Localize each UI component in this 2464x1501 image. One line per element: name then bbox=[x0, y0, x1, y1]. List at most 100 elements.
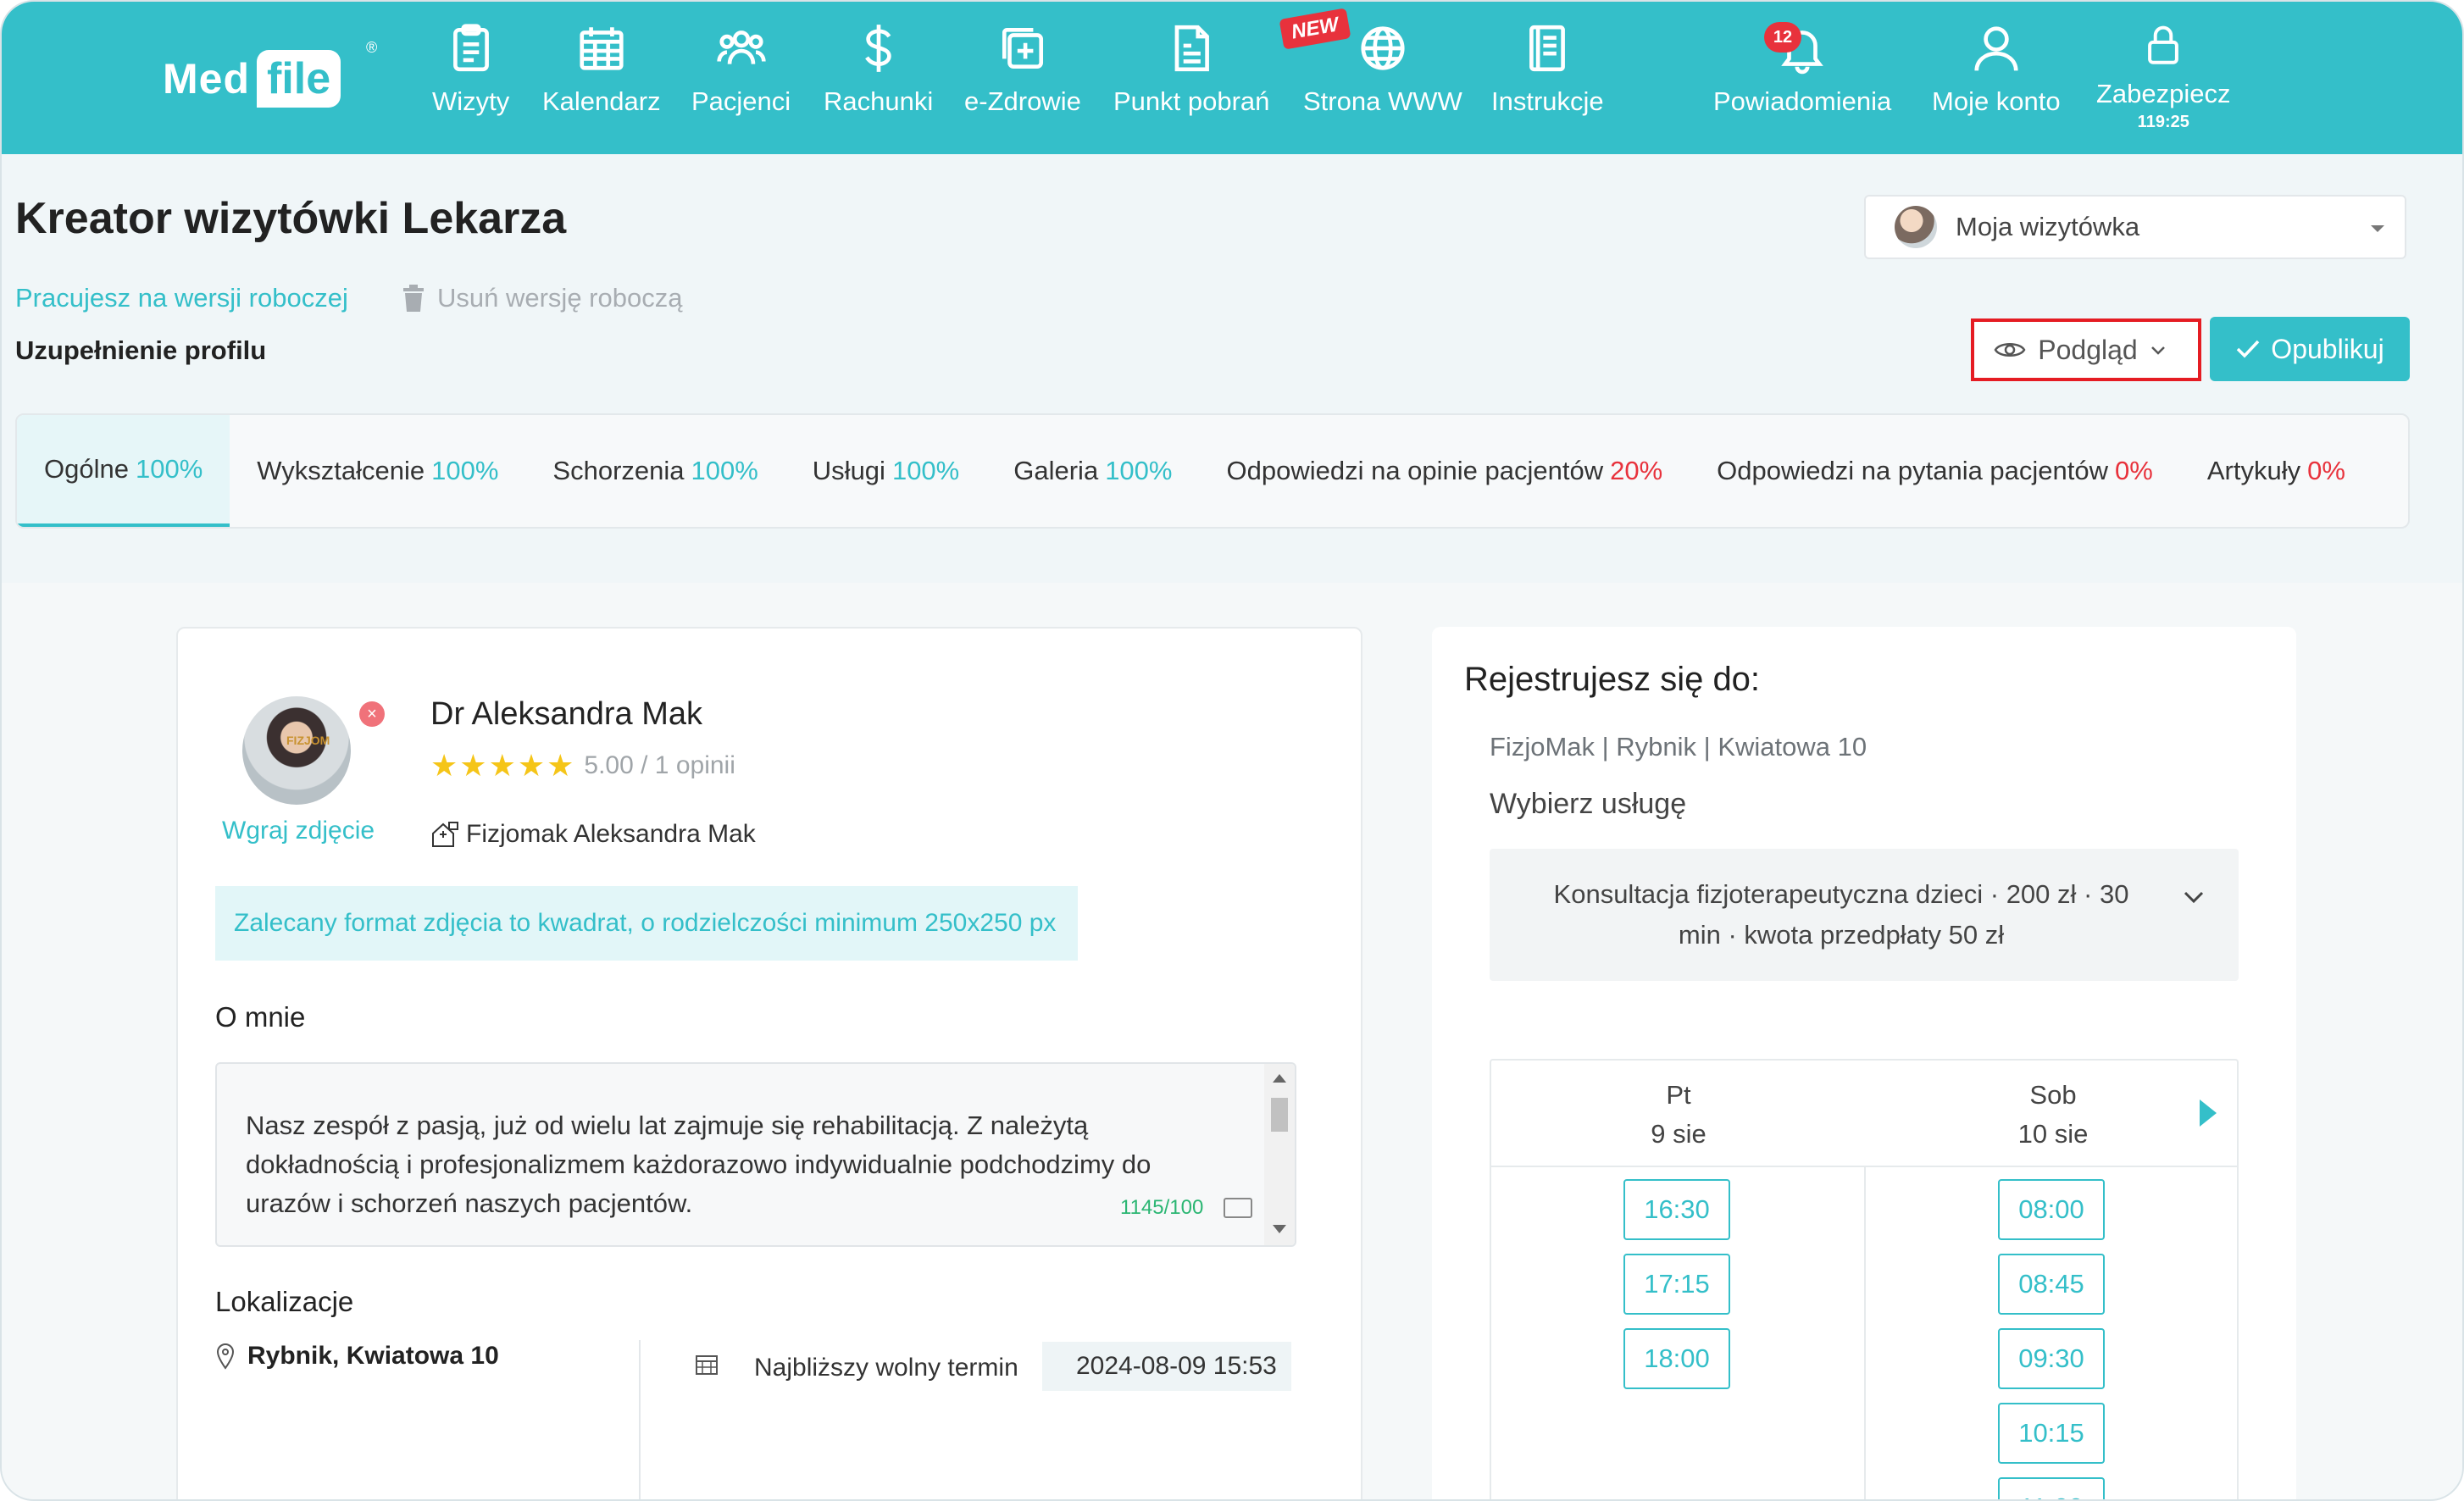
nav-item-collection-point[interactable]: Punkt pobrań bbox=[1113, 22, 1269, 132]
about-me-text: Nasz zespół z pasją, już od wielu lat za… bbox=[246, 1111, 1152, 1218]
tab-services[interactable]: Usługi 100% bbox=[785, 415, 986, 527]
tab-question-replies[interactable]: Odpowiedzi na pytania pacjentów 0% bbox=[1690, 415, 2180, 527]
tab-percent: 100% bbox=[1105, 456, 1173, 485]
nav-label: e-Zdrowie bbox=[964, 86, 1081, 116]
close-icon: × bbox=[367, 704, 377, 723]
session-timer: 119:25 bbox=[2137, 113, 2189, 131]
divider bbox=[639, 1340, 641, 1499]
tab-percent: 0% bbox=[2307, 456, 2345, 485]
next-days-arrow-icon[interactable] bbox=[2200, 1099, 2217, 1127]
medical-plus-icon bbox=[1002, 27, 1043, 69]
check-icon bbox=[2237, 340, 2260, 358]
nav-label: Pacjenci bbox=[691, 86, 791, 116]
nav-label: Instrukcje bbox=[1491, 86, 1604, 116]
nav-item-my-account[interactable]: Moje konto bbox=[1932, 22, 2061, 132]
tab-education[interactable]: Wykształcenie 100% bbox=[230, 415, 525, 527]
nav-item-visits[interactable]: Wizyty bbox=[432, 22, 509, 132]
nav-item-calendar[interactable]: Kalendarz bbox=[542, 22, 661, 132]
publish-button[interactable]: Opublikuj bbox=[2210, 317, 2410, 381]
nav-item-website[interactable]: NEW Strona WWW bbox=[1279, 8, 1462, 132]
service-select[interactable]: Konsultacja fizjoterapeutyczna dzieci · … bbox=[1490, 849, 2239, 981]
day-header: Sob 10 sie bbox=[2017, 1080, 2089, 1149]
nav-label: Moje konto bbox=[1932, 86, 2061, 116]
tab-percent: 100% bbox=[135, 454, 203, 484]
tab-percent: 100% bbox=[891, 456, 960, 485]
divider bbox=[1864, 1167, 1866, 1499]
document-icon bbox=[1174, 25, 1210, 72]
star-icon: ★ bbox=[517, 748, 546, 783]
tab-review-replies[interactable]: Odpowiedzi na opinie pacjentów 20% bbox=[1199, 415, 1690, 527]
time-slot-button[interactable]: 16:30 bbox=[1623, 1179, 1730, 1240]
scroll-up-icon[interactable] bbox=[1273, 1074, 1286, 1083]
photo-format-hint: Zalecany format zdjęcia to kwadrat, o ro… bbox=[215, 886, 1078, 961]
registration-card: Rejestrujesz się do: FizjoMak | Rybnik |… bbox=[1432, 627, 2296, 1499]
business-card-select-value: Moja wizytówka bbox=[1956, 212, 2140, 241]
registration-title: Rejestrujesz się do: bbox=[1464, 661, 1761, 698]
rating-text: 5.00 / 1 opinii bbox=[584, 751, 735, 779]
clipboard-icon bbox=[452, 24, 489, 72]
star-icon: ★ bbox=[430, 748, 458, 783]
location-address: Rybnik, Kwiatowa 10 bbox=[215, 1342, 499, 1371]
service-select-label: Wybierz usługę bbox=[1490, 788, 1687, 820]
medfile-logo[interactable]: Med file ® bbox=[163, 39, 383, 117]
next-free-slot-value: 2024-08-09 15:53 bbox=[1042, 1342, 1291, 1391]
textarea-scrollbar[interactable] bbox=[1264, 1064, 1295, 1245]
lock-icon bbox=[2148, 25, 2179, 64]
time-slot-button[interactable]: 11:00 bbox=[1998, 1477, 2105, 1499]
top-navigation: Med file ® Wizyty Kalendarz Pacjenci Rac… bbox=[2, 2, 2462, 154]
eye-icon bbox=[1994, 343, 2026, 357]
preview-button[interactable]: Podgląd bbox=[1971, 318, 2201, 381]
nav-label: Zabezpiecz bbox=[2096, 79, 2231, 108]
patients-icon bbox=[716, 30, 766, 64]
keyboard-icon[interactable] bbox=[1224, 1198, 1252, 1218]
calendar-icon bbox=[580, 27, 624, 70]
tab-percent: 100% bbox=[691, 456, 758, 485]
tab-general[interactable]: Ogólne 100% bbox=[17, 415, 230, 527]
user-icon bbox=[1974, 26, 2018, 71]
nav-item-patients[interactable]: Pacjenci bbox=[691, 22, 791, 132]
page-title: Kreator wizytówki Lekarza bbox=[15, 194, 567, 243]
tab-percent: 100% bbox=[431, 456, 499, 485]
time-slot-button[interactable]: 09:30 bbox=[1998, 1328, 2105, 1389]
avatar bbox=[1895, 206, 1937, 248]
nav-label: Wizyty bbox=[432, 86, 510, 116]
service-select-value: Konsultacja fizjoterapeutyczna dzieci · … bbox=[1553, 879, 2129, 950]
draft-version-link[interactable]: Pracujesz na wersji roboczej bbox=[15, 283, 348, 313]
nav-item-instructions[interactable]: Instrukcje bbox=[1491, 22, 1604, 132]
time-slot-button[interactable]: 17:15 bbox=[1623, 1254, 1730, 1315]
nav-label: Powiadomienia bbox=[1713, 86, 1892, 116]
nav-item-lock[interactable]: Zabezpiecz 119:25 bbox=[2096, 22, 2231, 132]
nav-label: Strona WWW bbox=[1303, 86, 1462, 116]
about-me-textarea[interactable]: Nasz zespół z pasją, już od wielu lat za… bbox=[215, 1062, 1296, 1247]
time-slot-button[interactable]: 08:45 bbox=[1998, 1254, 2105, 1315]
star-icon: ★ bbox=[488, 748, 516, 783]
nav-item-notifications[interactable]: 12 Powiadomienia bbox=[1713, 22, 1891, 132]
preview-button-label: Podgląd bbox=[2038, 334, 2138, 365]
remove-photo-button[interactable]: × bbox=[359, 701, 385, 727]
scrollbar-thumb[interactable] bbox=[1271, 1098, 1288, 1132]
upload-photo-link[interactable]: Wgraj zdjęcie bbox=[222, 817, 375, 845]
business-card-select[interactable]: Moja wizytówka bbox=[1864, 195, 2406, 259]
tab-gallery[interactable]: Galeria 100% bbox=[986, 415, 1199, 527]
time-slot-button[interactable]: 18:00 bbox=[1623, 1328, 1730, 1389]
scroll-down-icon[interactable] bbox=[1273, 1225, 1286, 1233]
location-address-text: Rybnik, Kwiatowa 10 bbox=[247, 1342, 499, 1370]
tab-articles[interactable]: Artykuły 0% bbox=[2180, 415, 2372, 527]
locations-label: Lokalizacje bbox=[215, 1286, 354, 1317]
caret-down-icon bbox=[2371, 225, 2384, 232]
trash-icon bbox=[403, 285, 424, 312]
nav-item-bills[interactable]: Rachunki bbox=[824, 22, 933, 132]
tab-percent: 20% bbox=[1610, 456, 1663, 485]
delete-draft-label: Usuń wersję roboczą bbox=[437, 283, 683, 313]
time-slot-button[interactable]: 10:15 bbox=[1998, 1403, 2105, 1464]
nav-label: Rachunki bbox=[824, 86, 934, 116]
nav-item-e-health[interactable]: e-Zdrowie bbox=[964, 22, 1081, 132]
delete-draft-button[interactable]: Usuń wersję roboczą bbox=[402, 283, 682, 313]
clinic-name-text: Fizjomak Aleksandra Mak bbox=[466, 820, 756, 848]
tab-conditions[interactable]: Schorzenia 100% bbox=[525, 415, 785, 527]
calendar-header: Pt 9 sie Sob 10 sie bbox=[1491, 1061, 2237, 1167]
globe-icon bbox=[1361, 26, 1405, 70]
book-icon bbox=[1529, 25, 1566, 72]
about-me-label: O mnie bbox=[215, 1001, 306, 1033]
time-slot-button[interactable]: 08:00 bbox=[1998, 1179, 2105, 1240]
